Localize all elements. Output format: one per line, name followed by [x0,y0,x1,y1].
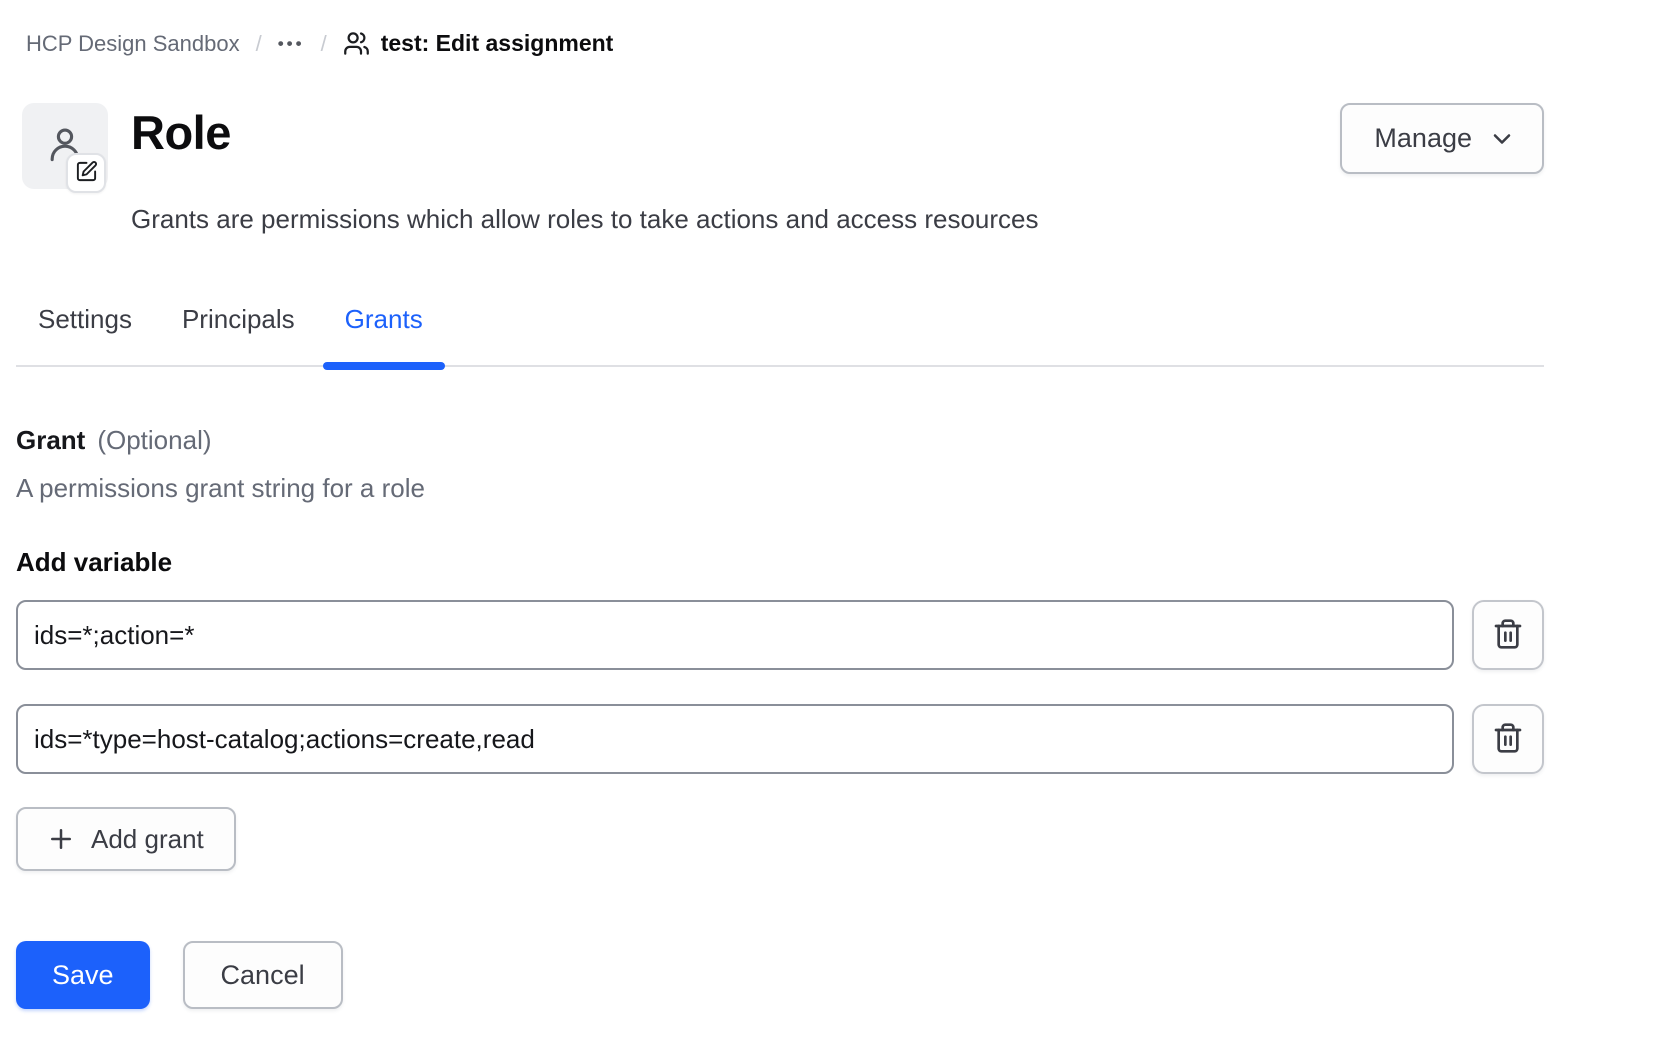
edit-avatar-button[interactable] [66,153,106,193]
delete-grant-button-2[interactable] [1472,704,1544,774]
manage-button-label: Manage [1374,125,1472,152]
form-actions: Save Cancel [16,941,1544,1009]
page-header: Role Manage Grants are permissions which… [16,103,1544,235]
edit-pencil-icon [75,160,98,186]
breadcrumb-item-current: test: Edit assignment [343,30,614,57]
grant-field-label: Grant (Optional) [16,424,1544,456]
manage-button[interactable]: Manage [1340,103,1544,174]
chevron-down-icon [1488,125,1516,153]
add-variable-label: Add variable [16,546,1544,578]
cancel-button[interactable]: Cancel [183,941,343,1009]
tab-grants[interactable]: Grants [323,280,445,365]
breadcrumb-item-ellipsis[interactable]: ••• [278,33,305,55]
grant-row [16,704,1544,774]
delete-grant-button-1[interactable] [1472,600,1544,670]
breadcrumb-item-hcp-design-sandbox[interactable]: HCP Design Sandbox [26,31,240,57]
page-title: Role [131,103,231,163]
add-grant-button[interactable]: Add grant [16,807,236,871]
trash-icon [1492,618,1524,653]
tab-bar: Settings Principals Grants [16,280,1544,367]
grants-form: Grant (Optional) A permissions grant str… [16,424,1544,1009]
grant-row [16,600,1544,670]
plus-icon [46,824,76,854]
grant-optional-label: (Optional) [97,424,211,456]
users-icon [343,30,370,57]
page: HCP Design Sandbox / ••• / test: Edit as… [16,30,1544,1009]
tab-settings[interactable]: Settings [16,280,154,365]
add-grant-button-label: Add grant [91,826,204,852]
tab-principals[interactable]: Principals [160,280,317,365]
grant-input-1[interactable] [16,600,1454,670]
save-button[interactable]: Save [16,941,150,1009]
breadcrumb: HCP Design Sandbox / ••• / test: Edit as… [26,30,1544,57]
grant-input-2[interactable] [16,704,1454,774]
grant-label: Grant [16,424,85,456]
breadcrumb-separator: / [321,31,327,57]
header-text: Role Manage Grants are permissions which… [131,103,1544,235]
avatar [22,103,108,189]
breadcrumb-current-label: test: Edit assignment [381,30,614,57]
trash-icon [1492,722,1524,757]
grant-help-text: A permissions grant string for a role [16,472,1544,504]
page-subtitle: Grants are permissions which allow roles… [131,203,1544,235]
breadcrumb-separator: / [256,31,262,57]
